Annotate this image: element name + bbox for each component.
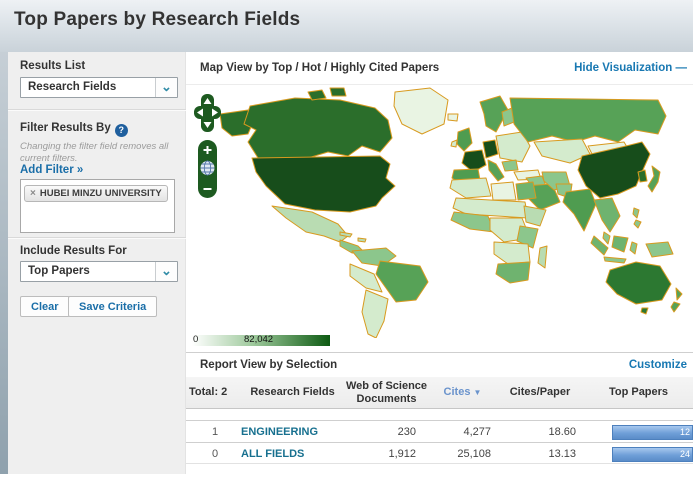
filter-results-by-label: Filter Results By? — [20, 122, 128, 137]
zoom-pill — [198, 140, 217, 198]
help-icon[interactable]: ? — [115, 124, 128, 137]
active-filters-box: × HUBEI MINZU UNIVERSITY — [20, 179, 175, 233]
choropleth-world-map[interactable] — [190, 86, 693, 338]
top-papers-bar: 12 — [612, 425, 693, 440]
legend-max-value: 82,042 — [244, 334, 273, 345]
content-area: Results List Research Fields ⌄ Filter Re… — [0, 52, 693, 482]
divider — [186, 84, 693, 85]
sort-desc-icon: ▼ — [474, 388, 482, 397]
include-results-value: Top Papers — [21, 262, 155, 281]
sidebar: Results List Research Fields ⌄ Filter Re… — [8, 52, 186, 474]
filter-tag[interactable]: × HUBEI MINZU UNIVERSITY — [24, 185, 168, 202]
add-filter-link[interactable]: Add Filter » — [20, 164, 83, 176]
pan-control — [194, 94, 221, 132]
documents-value: 1,912 — [344, 448, 429, 460]
table-row: 0 ALL FIELDS 1,912 25,108 13.13 24 — [186, 442, 693, 464]
table-row: 1 ENGINEERING 230 4,277 18.60 12 — [186, 420, 693, 442]
row-rank: 0 — [189, 448, 241, 460]
results-list-value: Research Fields — [21, 78, 155, 97]
cites-value: 25,108 — [429, 448, 496, 460]
include-results-dropdown[interactable]: Top Papers ⌄ — [20, 261, 178, 282]
minus-icon: — — [676, 62, 688, 74]
main-panel: Map View by Top / Hot / Highly Cited Pap… — [186, 52, 693, 479]
filter-note: Changing the filter field removes all cu… — [20, 141, 175, 165]
top-papers-cell: 12 — [584, 421, 693, 443]
top-papers-cell: 24 — [584, 443, 693, 465]
report-view-title: Report View by Selection — [200, 359, 337, 371]
total-count: Total: 2 — [189, 386, 241, 399]
filter-tag-label: HUBEI MINZU UNIVERSITY — [40, 188, 162, 199]
col-wos-documents[interactable]: Web of Science Documents — [344, 380, 429, 405]
field-link[interactable]: ALL FIELDS — [241, 448, 344, 460]
col-top-papers[interactable]: Top Papers — [584, 386, 693, 399]
row-rank: 1 — [189, 426, 241, 438]
page-title: Top Papers by Research Fields — [14, 9, 693, 31]
results-list-dropdown[interactable]: Research Fields ⌄ — [20, 77, 178, 98]
cites-per-paper-value: 18.60 — [496, 426, 584, 438]
map-view-title: Map View by Top / Hot / Highly Cited Pap… — [200, 62, 439, 74]
documents-value: 230 — [344, 426, 429, 438]
include-results-label: Include Results For — [20, 245, 127, 257]
col-cites-per-paper[interactable]: Cites/Paper — [496, 386, 584, 399]
chevron-down-icon[interactable]: ⌄ — [155, 78, 177, 97]
clear-button[interactable]: Clear — [20, 296, 70, 317]
map-color-legend: 0 82,042 — [192, 335, 330, 346]
col-cites-sorted[interactable]: Cites ▼ — [429, 386, 496, 399]
legend-min-value: 0 — [193, 334, 198, 345]
left-edge-strip — [0, 52, 8, 474]
table-header-row: Total: 2 Research Fields Web of Science … — [186, 377, 693, 409]
cites-per-paper-value: 13.13 — [496, 448, 584, 460]
sidebar-divider — [8, 109, 186, 111]
top-papers-bar: 24 — [612, 447, 693, 462]
page-header: Top Papers by Research Fields — [0, 0, 693, 52]
field-link[interactable]: ENGINEERING — [241, 426, 344, 438]
customize-link[interactable]: Customize — [629, 359, 687, 371]
col-research-fields[interactable]: Research Fields — [241, 386, 344, 399]
world-map[interactable] — [186, 86, 693, 338]
remove-filter-icon[interactable]: × — [30, 188, 36, 199]
hide-visualization-link[interactable]: Hide Visualization — — [574, 62, 687, 74]
map-zoom-controls[interactable] — [193, 94, 223, 206]
results-list-label: Results List — [20, 60, 85, 72]
cites-value: 4,277 — [429, 426, 496, 438]
save-criteria-button[interactable]: Save Criteria — [68, 296, 157, 317]
divider — [186, 352, 693, 353]
chevron-down-icon[interactable]: ⌄ — [155, 262, 177, 281]
sidebar-divider — [8, 237, 186, 239]
